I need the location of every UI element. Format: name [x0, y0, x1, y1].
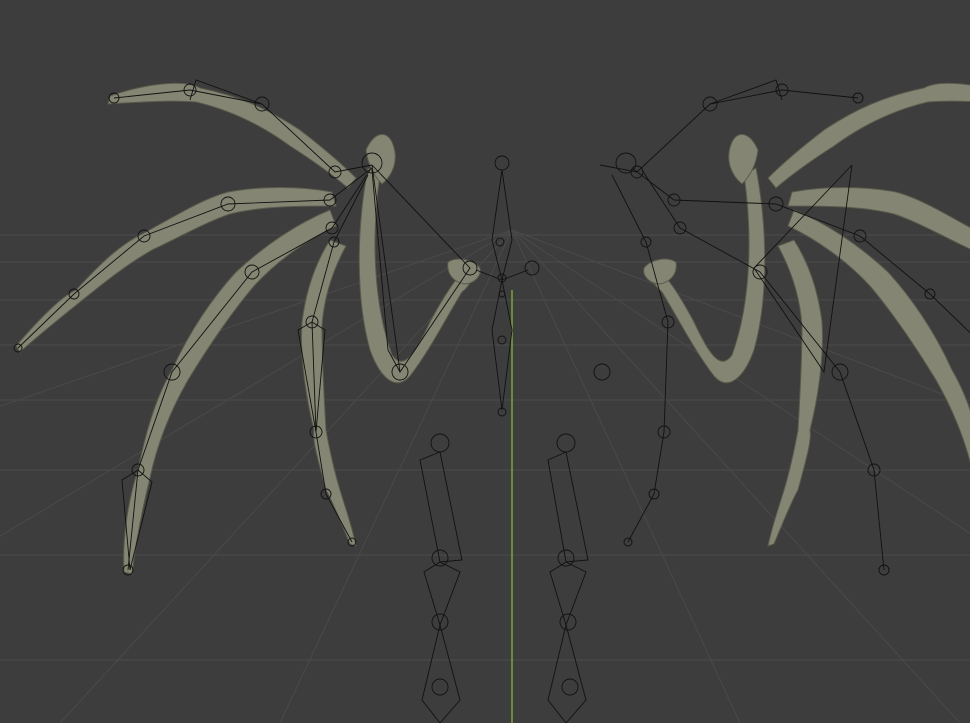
- leg-joint[interactable]: [431, 549, 449, 567]
- 3d-viewport[interactable]: [0, 0, 970, 723]
- viewport-scene[interactable]: [0, 0, 970, 723]
- spine-joint[interactable]: [497, 335, 507, 345]
- spine-armature[interactable]: [475, 155, 529, 417]
- leg-joint[interactable]: [556, 433, 576, 453]
- right-joint[interactable]: [593, 363, 611, 381]
- left-leg-armature[interactable]: [419, 433, 463, 723]
- spine-joint[interactable]: [498, 290, 506, 298]
- leg-joint[interactable]: [431, 613, 449, 631]
- right-wing-mesh[interactable]: [643, 82, 970, 574]
- leg-joint[interactable]: [431, 678, 449, 696]
- leg-joint[interactable]: [557, 549, 575, 567]
- leg-joint[interactable]: [559, 613, 577, 631]
- right-leg-armature[interactable]: [547, 433, 589, 723]
- leg-joint[interactable]: [430, 433, 450, 453]
- spine-joint[interactable]: [494, 155, 510, 171]
- leg-joint[interactable]: [561, 678, 579, 696]
- left-wing-mesh[interactable]: [15, 82, 481, 575]
- left-wing-armature[interactable]: [13, 79, 478, 576]
- spine-joint[interactable]: [495, 237, 505, 247]
